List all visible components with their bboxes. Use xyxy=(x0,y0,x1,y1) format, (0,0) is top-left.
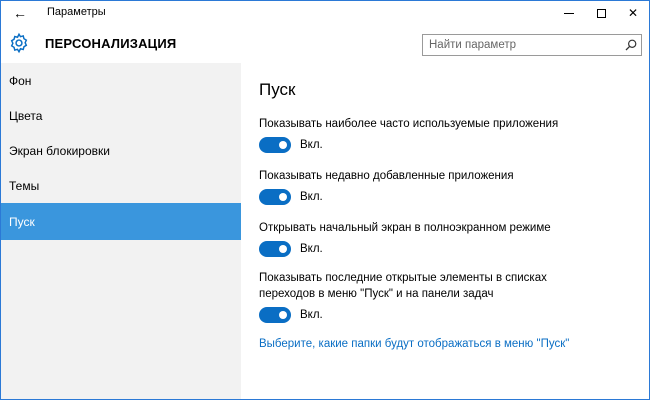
setting-label-recently-added: Показывать недавно добавленные приложени… xyxy=(259,170,514,182)
setting-label-fullscreen-start: Открывать начальный экран в полноэкранно… xyxy=(259,222,551,234)
toggle-state-label: Вкл. xyxy=(300,191,323,203)
toggle-switch[interactable] xyxy=(259,189,291,205)
maximize-icon xyxy=(596,8,606,18)
sidebar-item-label: Фон xyxy=(9,74,32,88)
title-bar: ← Параметры ✕ xyxy=(1,1,649,25)
sidebar-item-label: Пуск xyxy=(9,214,35,229)
toggle-fullscreen-start[interactable]: Вкл. xyxy=(259,240,323,258)
toggle-jump-lists[interactable]: Вкл. xyxy=(259,306,323,324)
toggle-knob xyxy=(279,245,287,253)
setting-label-jump-lists: Показывать последние открытые элементы в… xyxy=(259,272,547,300)
window-title: Параметры xyxy=(47,6,106,18)
toggle-state-label: Вкл. xyxy=(300,309,323,321)
toggle-switch[interactable] xyxy=(259,137,291,153)
sidebar: Фон Цвета Экран блокировки Темы Пуск xyxy=(1,63,241,399)
main-content: Пуск Показывать наиболее часто используе… xyxy=(241,63,649,399)
close-icon: ✕ xyxy=(627,6,639,20)
toggle-state-label: Вкл. xyxy=(300,139,323,151)
toggle-knob xyxy=(279,193,287,201)
search-box[interactable] xyxy=(422,34,642,56)
close-button[interactable]: ✕ xyxy=(617,1,649,25)
toggle-state-label: Вкл. xyxy=(300,243,323,255)
sidebar-item-start[interactable]: Пуск xyxy=(1,203,241,240)
back-button[interactable]: ← xyxy=(1,1,39,25)
sidebar-item-colors[interactable]: Цвета xyxy=(1,98,241,134)
search-input[interactable] xyxy=(423,35,619,55)
toggle-recently-added[interactable]: Вкл. xyxy=(259,188,323,206)
sidebar-item-lock-screen[interactable]: Экран блокировки xyxy=(1,133,241,169)
choose-folders-link[interactable]: Выберите, какие папки будут отображаться… xyxy=(259,338,569,350)
toggle-most-used[interactable]: Вкл. xyxy=(259,136,323,154)
maximize-button[interactable] xyxy=(585,1,617,25)
settings-window: ← Параметры ✕ ПЕРСОНАЛИЗАЦИЯ Найти парам… xyxy=(0,0,650,400)
toggle-knob xyxy=(279,141,287,149)
setting-label-most-used: Показывать наиболее часто используемые п… xyxy=(259,118,559,130)
toggle-switch[interactable] xyxy=(259,241,291,257)
sidebar-item-themes[interactable]: Темы xyxy=(1,168,241,204)
search-icon[interactable] xyxy=(624,38,638,52)
minimize-icon xyxy=(564,12,574,14)
gear-icon xyxy=(10,32,28,54)
section-title: Пуск xyxy=(259,80,296,99)
page-header: ПЕРСОНАЛИЗАЦИЯ xyxy=(1,25,649,63)
toggle-knob xyxy=(279,311,287,319)
back-arrow-icon: ← xyxy=(13,5,27,21)
sidebar-item-background[interactable]: Фон xyxy=(1,63,241,99)
sidebar-item-label: Экран блокировки xyxy=(9,144,110,158)
sidebar-item-label: Цвета xyxy=(9,109,43,123)
sidebar-item-label: Темы xyxy=(9,179,40,193)
page-title: ПЕРСОНАЛИЗАЦИЯ xyxy=(45,36,177,51)
minimize-button[interactable] xyxy=(553,1,585,25)
toggle-switch[interactable] xyxy=(259,307,291,323)
